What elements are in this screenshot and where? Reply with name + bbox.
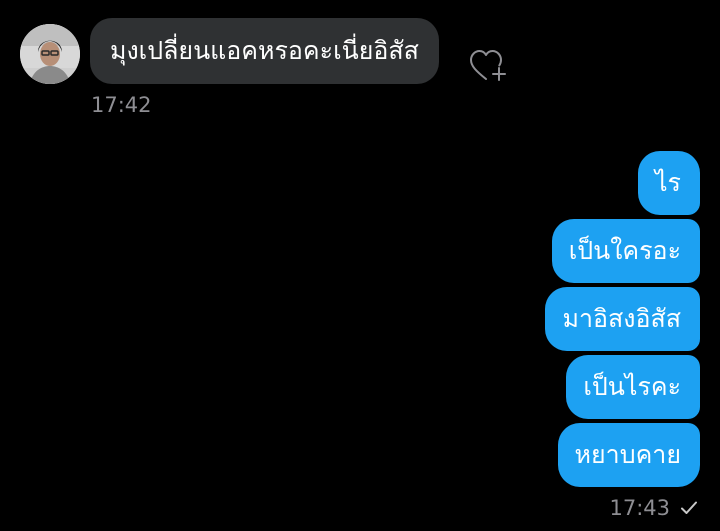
outgoing-message-text: ไร xyxy=(654,168,681,197)
conversation-view: มุงเปลี่ยนแอคหรอคะเนี่ยอิสัส 17:42 ไร เป… xyxy=(0,0,720,531)
checkmark-icon xyxy=(680,500,698,516)
incoming-timestamp: 17:42 xyxy=(91,93,152,117)
outgoing-message-bubble[interactable]: หยาบคาย xyxy=(557,423,700,487)
sender-avatar[interactable] xyxy=(20,24,80,84)
outgoing-message-text: หยาบคาย xyxy=(574,440,681,469)
outgoing-message-text: เป็นใครอะ xyxy=(568,236,681,265)
outgoing-message-bubble[interactable]: มาอิสงอิสัส xyxy=(545,287,700,351)
incoming-message-text: มุงเปลี่ยนแอคหรอคะเนี่ยอิสัส xyxy=(110,36,419,65)
outgoing-message-text: มาอิสงอิสัส xyxy=(562,304,681,333)
outgoing-status: 17:43 xyxy=(609,496,698,520)
outgoing-message-group: ไร เป็นใครอะ มาอิสงอิสัส เป็นไรคะ หยาบคา… xyxy=(545,151,700,487)
outgoing-message-text: เป็นไรคะ xyxy=(583,372,681,401)
outgoing-message-bubble[interactable]: เป็นไรคะ xyxy=(566,355,700,419)
outgoing-message-bubble[interactable]: ไร xyxy=(637,151,700,215)
heart-plus-icon[interactable] xyxy=(468,48,508,84)
outgoing-message-bubble[interactable]: เป็นใครอะ xyxy=(551,219,700,283)
user-avatar-photo-icon xyxy=(20,24,80,84)
incoming-message-bubble[interactable]: มุงเปลี่ยนแอคหรอคะเนี่ยอิสัส xyxy=(90,18,439,84)
outgoing-timestamp: 17:43 xyxy=(609,496,670,520)
